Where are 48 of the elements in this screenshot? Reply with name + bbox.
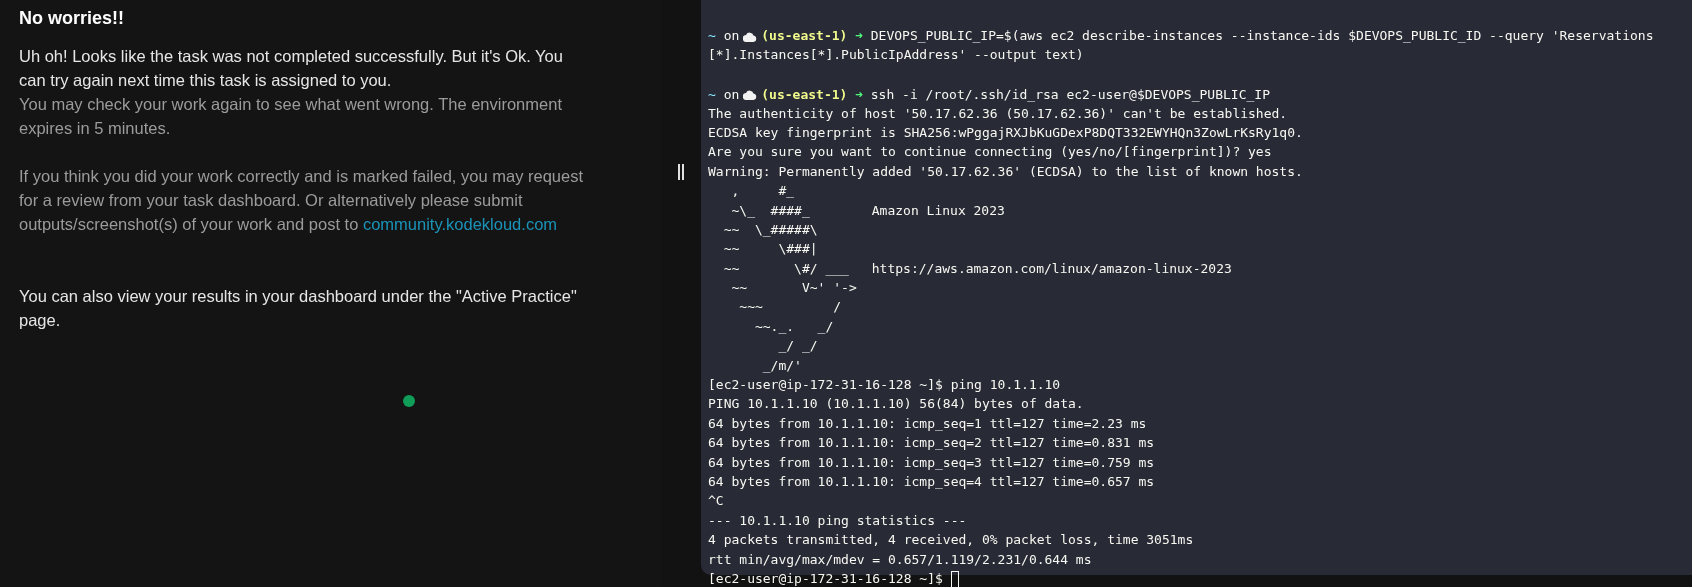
- prompt-region: (us-east-1): [761, 85, 848, 104]
- prompt-arrow: ➜: [855, 85, 863, 104]
- ascii-art: ~~ \#/ ___: [722, 259, 850, 278]
- terminal-output: 64 bytes from 10.1.1.10: icmp_seq=1 ttl=127 time=2.23 ms: [708, 415, 1147, 431]
- ascii-art: _/m/': [761, 356, 803, 375]
- terminal-output: --- 10.1.1.10 ping statistics ---: [708, 512, 967, 528]
- cloud-icon: [743, 31, 758, 42]
- prompt-directory: ~: [708, 27, 716, 46]
- terminal-output: 64 bytes from 10.1.1.10: icmp_seq=3 ttl=127 time=0.759 ms: [708, 454, 1155, 470]
- command-text: DEVOPS_PUBLIC_IP=$(aws ec2 describe-instances --instance-ids $DEVOPS_PUBLIC_ID --query 'Reservations: [870, 27, 1654, 46]
- terminal-output: [*].Instances[*].PublicIpAddress' --output text): [708, 47, 1084, 63]
- terminal-output: Warning: Permanently added '50.17.62.36' (ECDSA) to the list of known hosts.: [708, 163, 1303, 179]
- ascii-art: ~~ V~' '->: [730, 279, 858, 298]
- result-title: No worries!!: [19, 7, 125, 30]
- terminal-output: 64 bytes from 10.1.1.10: icmp_seq=2 ttl=127 time=0.831 ms: [708, 435, 1155, 451]
- ascii-art: ~~ \###|: [722, 240, 819, 259]
- result-message: Uh oh! Looks like the task was not completed successfully. But it's Ok. You can try again next time this task is assigned to you.: [19, 46, 564, 91]
- banner-text: https://aws.amazon.com/linux/amazon-linux-2023: [871, 259, 1232, 278]
- terminal-output: [ec2-user@ip-172-31-16-128 ~]$ ping 10.1.1.10: [708, 377, 1061, 393]
- result-message: If you think you did your work correctly and is marked failed, you may request for a review from your task dashboard. Or alternatively please submit outputs/screenshot(s) of your work and post to community.kodekloud.com: [19, 166, 584, 235]
- terminal-output: rtt min/avg/max/mdev = 0.657/1.119/2.231/0.644 ms: [708, 551, 1092, 567]
- terminal-output: Are you sure you want to continue connecting (yes/no/[fingerprint])? yes: [708, 144, 1272, 160]
- prompt-directory: ~: [708, 85, 716, 104]
- prompt-text: on: [723, 85, 740, 104]
- terminal-output: PING 10.1.1.10 (10.1.1.10) 56(84) bytes of data.: [708, 396, 1084, 412]
- result-message: You may check your work again to see what went wrong. The environment expires in 5 minutes.: [19, 94, 563, 139]
- text-cursor: [950, 571, 959, 587]
- terminal-output: 4 packets transmitted, 4 received, 0% packet loss, time 3051ms: [708, 532, 1194, 548]
- prompt-arrow: ➜: [855, 27, 863, 46]
- ascii-art: _/ _/: [777, 337, 819, 356]
- terminal-output: The authenticity of host '50.17.62.36 (50.17.62.36)' can't be established.: [708, 105, 1288, 121]
- shell-prompt: [ec2-user@ip-172-31-16-128 ~]$: [708, 570, 943, 587]
- prompt-region: (us-east-1): [761, 27, 848, 46]
- terminal-output: 64 bytes from 10.1.1.10: icmp_seq=4 ttl=127 time=0.657 ms: [708, 474, 1155, 489]
- ascii-art: ~~._. _/: [753, 317, 835, 336]
- resize-handle-icon[interactable]: [678, 164, 684, 180]
- ascii-art: , #_: [730, 182, 796, 201]
- ascii-art: ~~~ /: [738, 298, 843, 317]
- result-message: You can also view your results in your dashboard under the "Active Practice" page.: [19, 286, 578, 331]
- terminal-output: ^C: [708, 493, 724, 509]
- prompt-text: on: [723, 27, 740, 46]
- terminal-output: ECDSA key fingerprint is SHA256:wPggajRXJbKuGDexP8DQT332EWYHQn3ZowLrKsRy1q0.: [708, 124, 1303, 140]
- community-link[interactable]: community.kodekloud.com: [362, 215, 558, 233]
- ascii-art: ~~ \_#####\: [722, 220, 819, 239]
- cloud-icon: [743, 89, 758, 100]
- command-text: ssh -i /root/.ssh/id_rsa ec2-user@$DEVOPS_PUBLIC_IP: [870, 85, 1270, 104]
- banner-text: Amazon Linux 2023: [871, 201, 1005, 220]
- ascii-art: ~\_ ####_: [730, 201, 811, 220]
